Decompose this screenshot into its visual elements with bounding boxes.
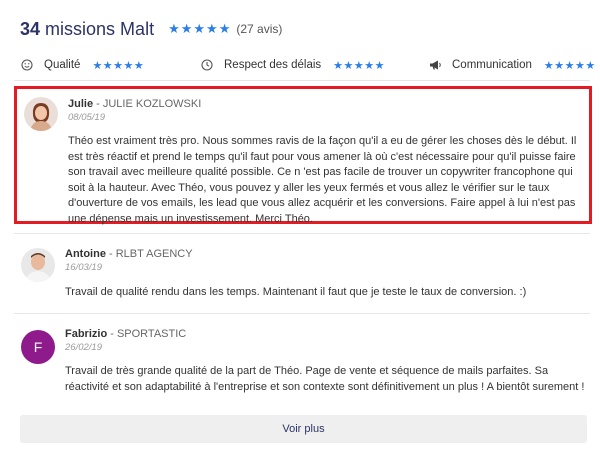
review-date: 08/05/19 <box>68 112 105 123</box>
reviewer-name: Fabrizio - SPORTASTIC <box>65 328 187 340</box>
divider <box>14 233 590 234</box>
missions-header: 34 missions Malt ★★★★★ (27 avis) <box>20 14 282 44</box>
avatar: F <box>21 330 55 364</box>
divider <box>14 313 590 314</box>
criterion-communication: Communication ★★★★★ <box>428 55 596 75</box>
smile-icon <box>20 58 34 72</box>
criterion-stars: ★★★★★ <box>92 59 145 72</box>
criterion-label: Communication <box>452 59 532 71</box>
review-date: 26/02/19 <box>65 342 102 353</box>
overall-rating-stars: ★★★★★ <box>168 21 232 36</box>
reviewer-company: SPORTASTIC <box>116 328 187 340</box>
avatar <box>21 248 55 282</box>
see-more-button[interactable]: Voir plus <box>20 415 587 443</box>
criterion-quality: Qualité ★★★★★ <box>20 55 144 75</box>
review-card-fabrizio: F Fabrizio - SPORTASTIC 26/02/19 Travail… <box>14 320 592 402</box>
review-text: Travail de qualité rendu dans les temps.… <box>65 286 527 298</box>
criterion-stars: ★★★★★ <box>333 59 385 72</box>
reviewer-name: Julie - JULIE KOZLOWSKI <box>68 98 202 110</box>
review-text: Théo est vraiment très pro. Nous sommes … <box>68 135 577 225</box>
criterion-deadlines: Respect des délais ★★★★★ <box>200 55 385 75</box>
reviewer-company: JULIE KOZLOWSKI <box>102 98 202 110</box>
avatar <box>24 97 58 131</box>
divider <box>14 80 590 81</box>
review-card-julie: Julie - JULIE KOZLOWSKI 08/05/19 Théo es… <box>14 86 592 225</box>
missions-count: 34 missions Malt <box>20 18 155 39</box>
reviewer-company: RLBT AGENCY <box>115 248 193 260</box>
review-text: Travail de très grande qualité de la par… <box>65 365 585 393</box>
review-card-antoine: Antoine - RLBT AGENCY 16/03/19 Travail d… <box>14 240 592 310</box>
reviewer-name: Antoine - RLBT AGENCY <box>65 248 193 260</box>
clock-icon <box>200 58 214 72</box>
criterion-label: Respect des délais <box>224 59 322 71</box>
review-date: 16/03/19 <box>65 262 102 273</box>
criterion-label: Qualité <box>44 59 81 71</box>
reviews-count: (27 avis) <box>236 22 283 36</box>
criterion-stars: ★★★★★ <box>543 59 596 72</box>
rating-criteria: Qualité ★★★★★ Respect des délais ★★★★★ C… <box>20 55 595 75</box>
megaphone-icon <box>428 58 442 72</box>
